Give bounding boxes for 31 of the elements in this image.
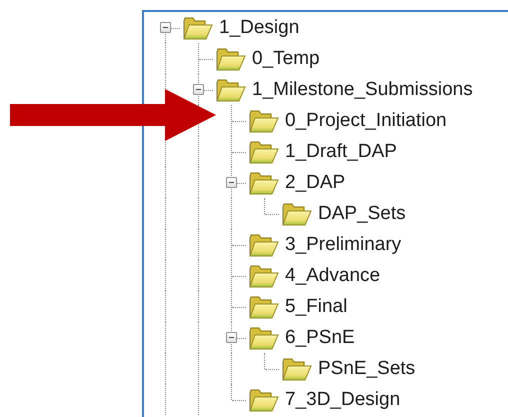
tree-item-label[interactable]: 4_Advance — [283, 264, 382, 286]
tree-item-label[interactable]: 6_PSnE — [283, 326, 357, 348]
folder-icon — [248, 232, 279, 256]
collapse-button[interactable] — [226, 332, 237, 343]
arrow-icon — [10, 89, 216, 141]
folder-icon — [248, 140, 279, 164]
tree-item-label[interactable]: 3_Preliminary — [283, 234, 404, 256]
folder-icon — [248, 294, 279, 318]
folder-icon — [248, 326, 279, 350]
folder-icon — [248, 108, 279, 132]
tree-item-label[interactable]: 1_Design — [217, 16, 302, 38]
tree-item-label[interactable]: 1_Milestone_Submissions — [250, 78, 475, 100]
tree-item-label[interactable]: 2_DAP — [283, 172, 348, 194]
tree-item-label[interactable]: 0_Project_Initiation — [283, 110, 449, 132]
folder-icon — [215, 78, 246, 102]
tree-item-label[interactable]: PSnE_Sets — [316, 358, 418, 380]
tree-item-label[interactable]: 1_Draft_DAP — [283, 140, 399, 162]
tree-item-label[interactable]: 0_Temp — [250, 48, 322, 70]
tree-item-label[interactable]: 7_3D_Design — [283, 388, 402, 410]
tree-item-label[interactable]: 5_Final — [283, 296, 350, 318]
collapse-button[interactable] — [193, 84, 204, 95]
folder-icon — [281, 356, 312, 380]
folder-icon — [215, 46, 246, 70]
folder-icon — [248, 170, 279, 194]
folder-icon — [281, 202, 312, 226]
folder-icon — [182, 16, 213, 40]
folder-icon — [248, 264, 279, 288]
collapse-button[interactable] — [160, 22, 171, 33]
folder-icon — [248, 388, 279, 412]
tree-item-label[interactable]: DAP_Sets — [316, 202, 408, 224]
collapse-button[interactable] — [226, 177, 237, 188]
